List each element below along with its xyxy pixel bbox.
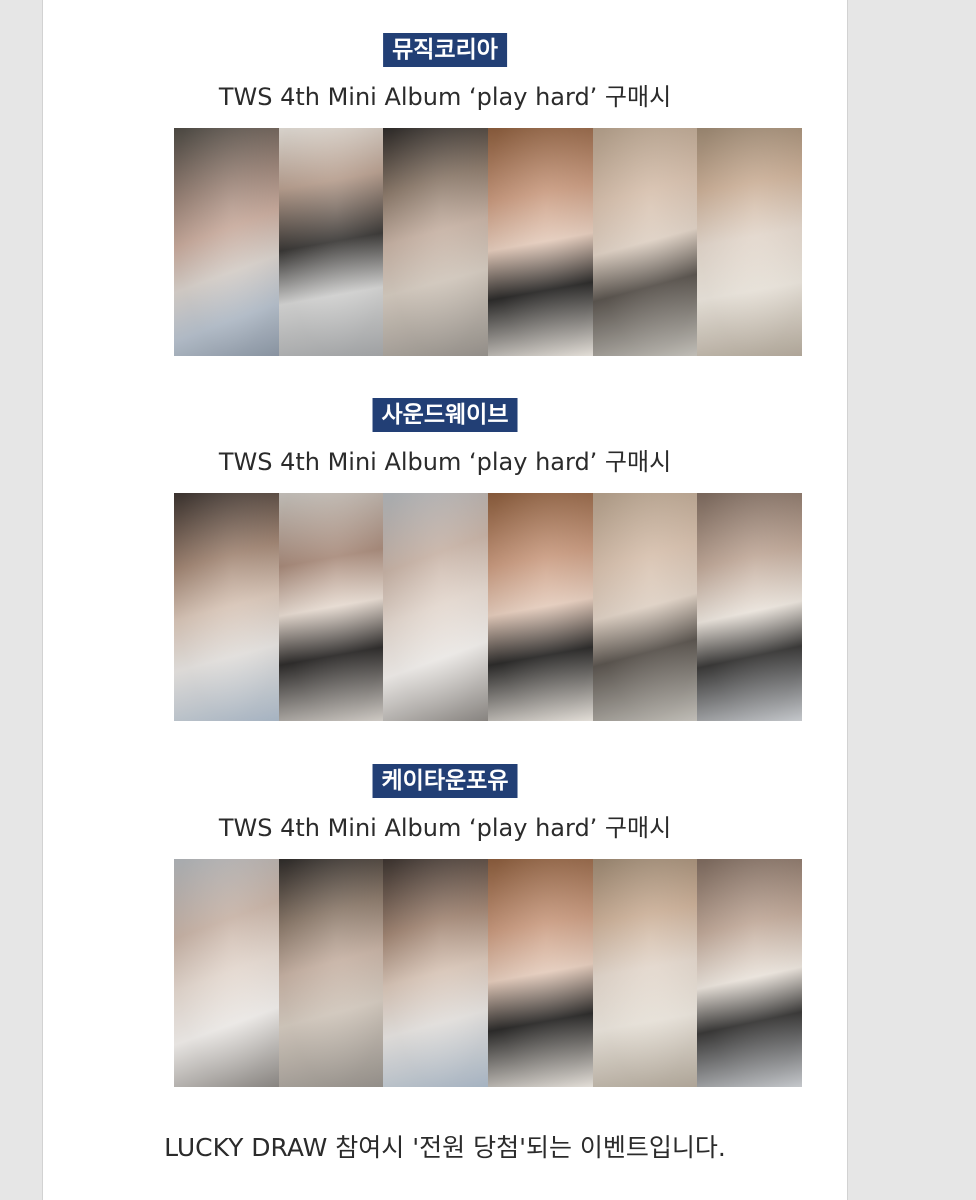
photocard-image: [383, 128, 489, 356]
photocard-strip: [174, 859, 803, 1087]
photocard-image: [278, 128, 384, 356]
photocard-image: [174, 493, 279, 721]
photocard-strip: [174, 128, 803, 356]
photocard-image: [592, 493, 698, 721]
shop-label: 뮤직코리아: [383, 33, 507, 67]
shop-label: 케이타운포유: [372, 764, 518, 798]
photocard-image: [174, 128, 279, 356]
photocard-image: [278, 493, 384, 721]
lucky-draw-note: LUCKY DRAW 참여시 '전원 당첨'되는 이벤트입니다.: [164, 1133, 726, 1162]
shop-label: 사운드웨이브: [372, 398, 518, 432]
purchase-description: TWS 4th Mini Album ‘play hard’ 구매시: [218, 814, 672, 842]
page-frame: 뮤직코리아 TWS 4th Mini Album ‘play hard’ 구매시…: [0, 0, 976, 1200]
photocard-image: [697, 128, 803, 356]
content-panel: 뮤직코리아 TWS 4th Mini Album ‘play hard’ 구매시…: [43, 0, 847, 1200]
photocard-image: [278, 859, 384, 1087]
purchase-description: TWS 4th Mini Album ‘play hard’ 구매시: [218, 83, 672, 111]
photocard-image: [488, 493, 593, 721]
photocard-image: [174, 859, 279, 1087]
photocard-image: [488, 859, 593, 1087]
right-margin: [847, 0, 976, 1200]
photocard-image: [383, 493, 489, 721]
photocard-image: [592, 128, 698, 356]
photocard-image: [383, 859, 489, 1087]
photocard-strip: [174, 493, 803, 721]
photocard-image: [592, 859, 698, 1087]
photocard-image: [488, 128, 593, 356]
purchase-description: TWS 4th Mini Album ‘play hard’ 구매시: [218, 448, 672, 476]
photocard-image: [697, 493, 803, 721]
left-margin: [0, 0, 43, 1200]
photocard-image: [697, 859, 803, 1087]
